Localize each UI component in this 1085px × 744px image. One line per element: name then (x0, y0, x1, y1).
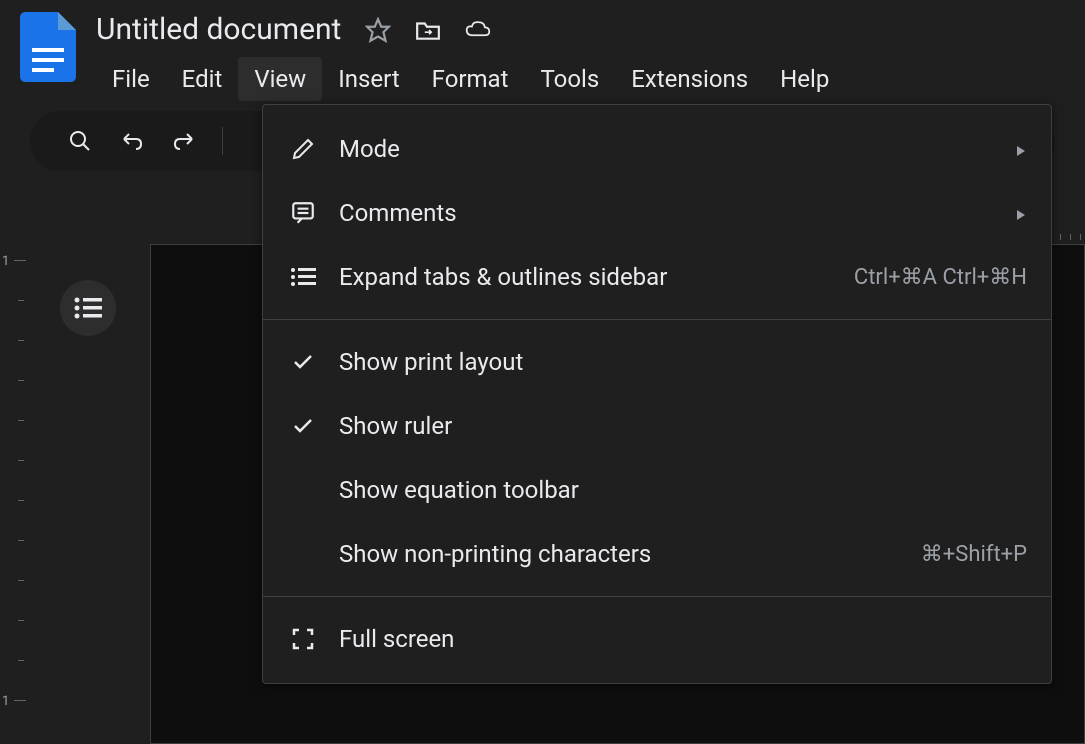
ruler-tick (14, 700, 26, 701)
fullscreen-icon (287, 623, 319, 655)
star-icon[interactable] (365, 17, 391, 43)
menu-extensions[interactable]: Extensions (615, 57, 764, 101)
ruler-tick (18, 460, 24, 461)
menu-item-comments[interactable]: Comments (263, 181, 1051, 245)
undo-button[interactable] (112, 121, 152, 161)
menu-item-label: Full screen (339, 625, 1027, 653)
outline-toggle-button[interactable] (60, 280, 116, 336)
ruler-tick (18, 420, 24, 421)
ruler-tick (18, 540, 24, 541)
menu-bar: File Edit View Insert Format Tools Exten… (96, 57, 845, 101)
keyboard-shortcut: ⌘+Shift+P (921, 542, 1027, 567)
menu-format[interactable]: Format (416, 57, 525, 101)
ruler-label: 1 (2, 254, 9, 269)
ruler-tick (18, 300, 24, 301)
ruler-tick (18, 580, 24, 581)
menu-item-show-print-layout[interactable]: Show print layout (263, 330, 1051, 394)
docs-app-icon[interactable] (20, 12, 76, 82)
menu-item-show-nonprinting[interactable]: Show non-printing characters ⌘+Shift+P (263, 522, 1051, 586)
menu-insert[interactable]: Insert (322, 57, 415, 101)
empty-icon (287, 538, 319, 570)
menu-item-show-equation-toolbar[interactable]: Show equation toolbar (263, 458, 1051, 522)
cloud-status-icon[interactable] (465, 17, 491, 43)
ruler-tick (18, 620, 24, 621)
menu-item-label: Comments (339, 199, 1015, 227)
header-content: Untitled document File Edit View (96, 12, 845, 101)
ruler-vertical[interactable]: 1 1 (0, 230, 30, 730)
check-icon (287, 346, 319, 378)
menu-item-mode[interactable]: Mode (263, 117, 1051, 181)
ruler-label: 1 (2, 694, 9, 709)
check-icon (287, 410, 319, 442)
menu-item-label: Mode (339, 135, 1015, 163)
title-row: Untitled document (96, 12, 845, 47)
menu-item-show-ruler[interactable]: Show ruler (263, 394, 1051, 458)
view-dropdown-menu: Mode Comments (262, 104, 1052, 684)
submenu-arrow-icon (1015, 199, 1027, 227)
move-folder-icon[interactable] (415, 17, 441, 43)
menu-edit[interactable]: Edit (166, 57, 239, 101)
comments-icon (287, 197, 319, 229)
menu-item-label: Show equation toolbar (339, 476, 1027, 504)
menu-item-label: Show non-printing characters (339, 540, 921, 568)
menu-item-label: Show print layout (339, 348, 1027, 376)
ruler-tick (1080, 234, 1081, 240)
menu-item-label: Show ruler (339, 412, 1027, 440)
menu-file[interactable]: File (96, 57, 166, 101)
menu-view[interactable]: View (238, 57, 322, 101)
ruler-tick (18, 500, 24, 501)
ruler-tick (18, 380, 24, 381)
document-title[interactable]: Untitled document (96, 12, 341, 47)
menu-divider (263, 319, 1051, 320)
menu-item-expand-sidebar[interactable]: Expand tabs & outlines sidebar Ctrl+⌘A C… (263, 245, 1051, 309)
search-button[interactable] (60, 121, 100, 161)
ruler-tick (1060, 234, 1061, 240)
empty-icon (287, 474, 319, 506)
redo-button[interactable] (164, 121, 204, 161)
menu-item-full-screen[interactable]: Full screen (263, 607, 1051, 671)
ruler-tick (1070, 234, 1071, 240)
menu-tools[interactable]: Tools (524, 57, 615, 101)
ruler-tick (18, 340, 24, 341)
menu-help[interactable]: Help (764, 57, 845, 101)
header: Untitled document File Edit View (0, 0, 1085, 101)
submenu-arrow-icon (1015, 135, 1027, 163)
list-icon (287, 261, 319, 293)
pencil-icon (287, 133, 319, 165)
menu-divider (263, 596, 1051, 597)
toolbar-divider (222, 127, 223, 155)
ruler-tick (14, 260, 26, 261)
menu-item-label: Expand tabs & outlines sidebar (339, 263, 854, 291)
keyboard-shortcut: Ctrl+⌘A Ctrl+⌘H (854, 265, 1027, 290)
ruler-tick (18, 660, 24, 661)
